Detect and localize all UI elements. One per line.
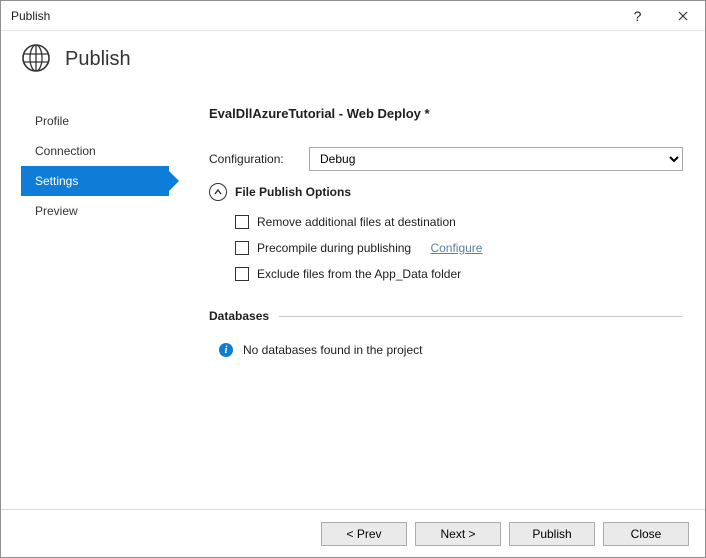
file-publish-toggle[interactable]: File Publish Options bbox=[209, 183, 683, 201]
sidebar-item-connection[interactable]: Connection bbox=[21, 136, 169, 166]
header: Publish bbox=[1, 31, 705, 94]
databases-info-text: No databases found in the project bbox=[243, 343, 422, 357]
close-icon bbox=[678, 11, 688, 21]
footer: < Prev Next > Publish Close bbox=[1, 509, 705, 557]
sidebar-item-preview[interactable]: Preview bbox=[21, 196, 169, 226]
sidebar-item-label: Connection bbox=[35, 144, 96, 158]
configuration-label: Configuration: bbox=[209, 152, 301, 166]
info-icon: i bbox=[219, 343, 233, 357]
page-title: EvalDllAzureTutorial - Web Deploy * bbox=[209, 106, 683, 121]
checkbox-label: Precompile during publishing bbox=[257, 241, 411, 255]
main-panel: EvalDllAzureTutorial - Web Deploy * Conf… bbox=[171, 94, 705, 514]
header-title: Publish bbox=[65, 48, 131, 71]
checkbox-exclude-appdata[interactable] bbox=[235, 267, 249, 281]
sidebar-item-label: Profile bbox=[35, 114, 69, 128]
close-window-button[interactable] bbox=[660, 1, 705, 31]
file-publish-heading: File Publish Options bbox=[235, 185, 351, 199]
sidebar-item-profile[interactable]: Profile bbox=[21, 106, 169, 136]
chevron-up-icon bbox=[209, 183, 227, 201]
window-title: Publish bbox=[11, 9, 50, 23]
close-button[interactable]: Close bbox=[603, 522, 689, 546]
divider bbox=[279, 316, 683, 317]
sidebar: Profile Connection Settings Preview bbox=[1, 94, 171, 514]
configuration-select[interactable]: Debug bbox=[309, 147, 683, 171]
databases-heading: Databases bbox=[209, 309, 269, 323]
help-button[interactable]: ? bbox=[615, 1, 660, 31]
checkbox-precompile[interactable] bbox=[235, 241, 249, 255]
next-button[interactable]: Next > bbox=[415, 522, 501, 546]
title-bar: Publish ? bbox=[1, 1, 705, 31]
configure-link[interactable]: Configure bbox=[430, 241, 482, 255]
sidebar-item-settings[interactable]: Settings bbox=[21, 166, 169, 196]
sidebar-item-label: Settings bbox=[35, 174, 78, 188]
checkbox-label: Exclude files from the App_Data folder bbox=[257, 267, 461, 281]
checkbox-remove-files[interactable] bbox=[235, 215, 249, 229]
globe-icon bbox=[21, 43, 51, 76]
sidebar-item-label: Preview bbox=[35, 204, 78, 218]
prev-button[interactable]: < Prev bbox=[321, 522, 407, 546]
publish-button[interactable]: Publish bbox=[509, 522, 595, 546]
checkbox-label: Remove additional files at destination bbox=[257, 215, 456, 229]
